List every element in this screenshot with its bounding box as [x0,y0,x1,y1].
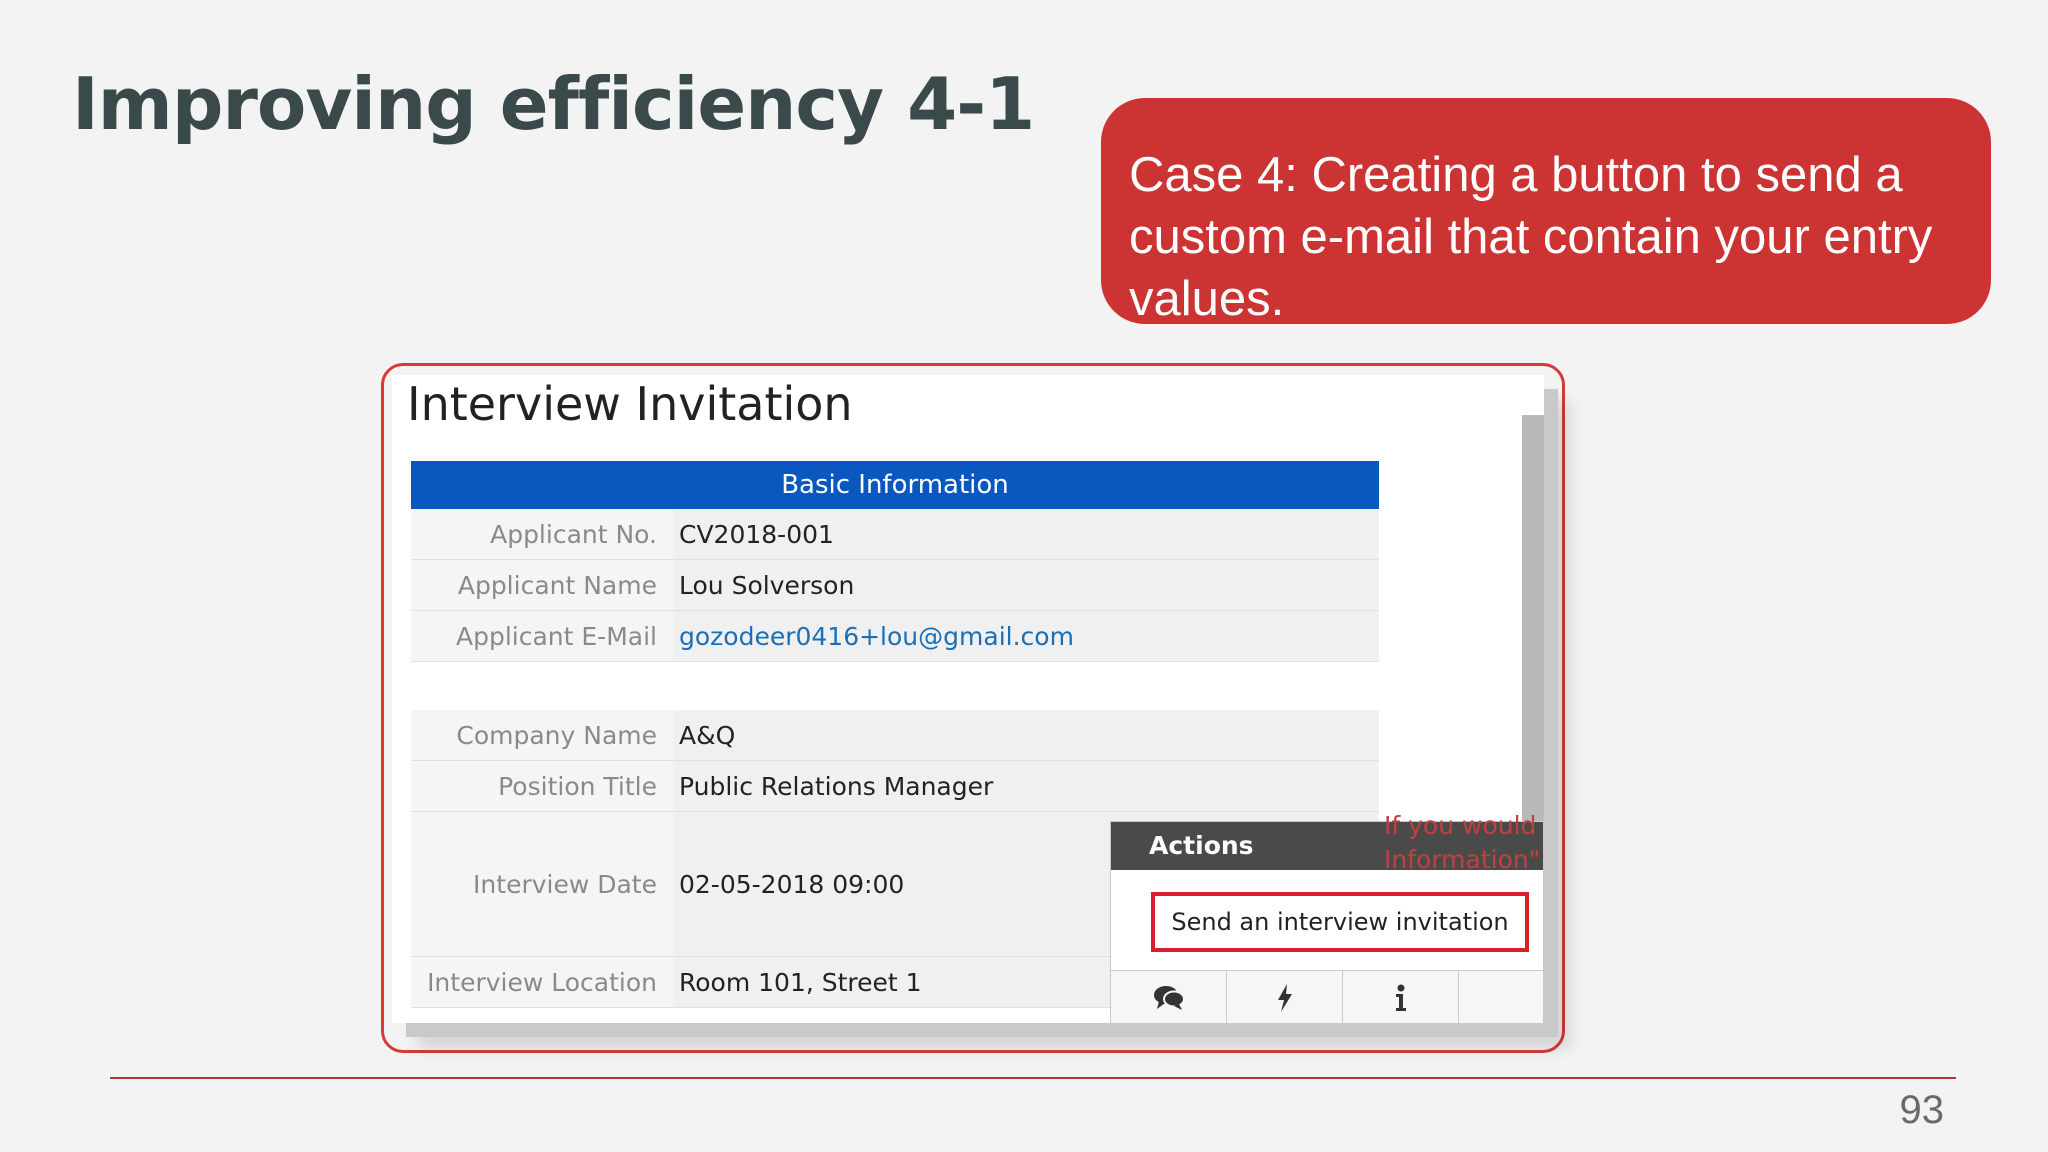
field-value-company-name[interactable]: A&Q [673,710,1379,760]
field-value-applicant-email-link[interactable]: gozodeer0416+lou@gmail.com [673,611,1379,661]
field-label: Applicant No. [411,509,673,559]
info-icon[interactable] [1343,971,1459,1023]
row-company-name: Company Name A&Q [411,710,1379,761]
actions-body: Send an interview invitation [1111,870,1543,970]
field-label: Applicant Name [411,560,673,610]
chat-icon-graphic [1153,986,1185,1010]
page-number: 93 [1899,1088,1945,1132]
clipped-help-line: If you would [1384,811,1537,840]
info-icon-graphic [1395,984,1406,1011]
section-header-basic-information: Basic Information [411,461,1379,509]
field-label: Interview Location [411,957,673,1007]
lightning-icon[interactable] [1227,971,1343,1023]
slide-title: Improving efficiency 4-1 [72,62,1035,146]
clipped-help-text: If you would Information" [1384,809,1544,877]
field-label: Interview Date [411,812,673,956]
chat-icon[interactable] [1111,971,1227,1023]
send-interview-invitation-button[interactable]: Send an interview invitation [1151,892,1529,952]
field-value-position-title[interactable]: Public Relations Manager [673,761,1379,811]
field-label: Position Title [411,761,673,811]
row-applicant-name: Applicant Name Lou Solverson [411,560,1379,611]
lightning-icon-graphic [1277,984,1292,1012]
actions-toolbar [1111,970,1543,1023]
row-applicant-email: Applicant E-Mail gozodeer0416+lou@gmail.… [411,611,1379,662]
form-title: Interview Invitation [407,377,853,431]
callout-box: Case 4: Creating a button to send a cust… [1101,98,1991,326]
row-applicant-no: Applicant No. CV2018-001 [411,509,1379,560]
field-label: Company Name [411,710,673,760]
clipped-help-line: Information" [1384,845,1541,874]
row-position-title: Position Title Public Relations Manager [411,761,1379,812]
field-label: Applicant E-Mail [411,611,673,661]
footer-divider [110,1077,1956,1079]
field-value-applicant-no[interactable]: CV2018-001 [673,509,1379,559]
interview-invitation-screenshot: Interview Invitation If you would Inform… [392,375,1544,1023]
field-value-applicant-name[interactable]: Lou Solverson [673,560,1379,610]
